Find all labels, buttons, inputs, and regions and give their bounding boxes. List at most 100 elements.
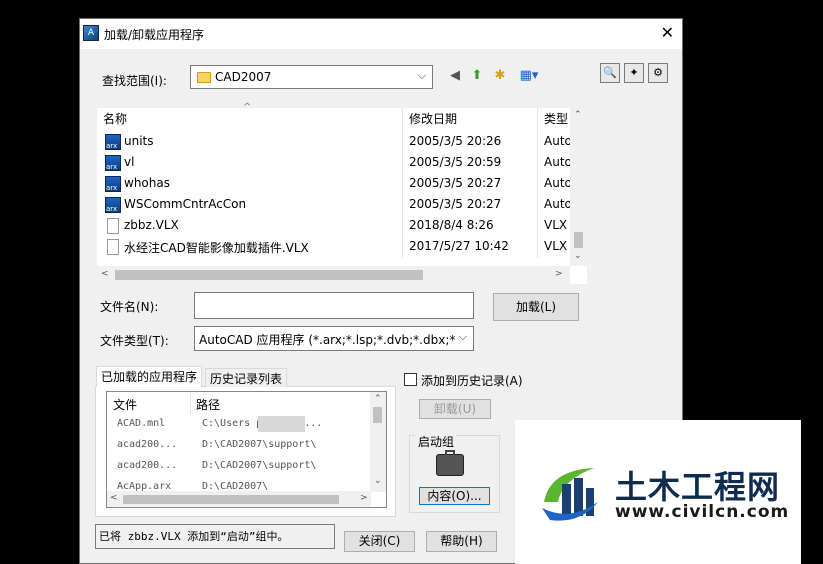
filetype-value: AutoCAD 应用程序 (*.arx;*.lsp;*.dvb;*.dbx;*.… — [199, 333, 455, 347]
horizontal-scrollbar[interactable]: < > — [97, 266, 570, 284]
file-name: whohas — [124, 176, 170, 190]
scroll-thumb[interactable] — [373, 407, 382, 423]
file-row[interactable]: zbbz.VLX 2018/8/4 8:26 VLX — [97, 216, 567, 237]
filetype-combo[interactable]: AutoCAD 应用程序 (*.arx;*.lsp;*.dvb;*.dbx;*.… — [194, 326, 474, 351]
vertical-scrollbar[interactable]: ⌃ ⌄ — [370, 392, 386, 492]
autocad-app-icon: A — [83, 25, 99, 41]
unload-button[interactable]: 卸载(U) — [419, 399, 491, 419]
arx-icon — [105, 197, 121, 213]
file-type: Auto — [544, 176, 572, 190]
title-bar[interactable]: A 加载/卸载应用程序 ✕ — [80, 19, 682, 49]
scroll-down-icon[interactable]: ⌄ — [374, 476, 382, 486]
column-modified[interactable]: 修改日期 — [409, 108, 457, 130]
list-item[interactable]: acad200... D:\CAD2007\support\ — [107, 439, 372, 460]
close-icon[interactable]: ✕ — [661, 23, 674, 42]
list-item[interactable]: acad200... D:\CAD2007\support\ — [107, 460, 372, 481]
column-path[interactable]: 路径 — [196, 396, 220, 413]
filetype-label: 文件类型(T): — [100, 334, 169, 348]
scroll-thumb[interactable] — [115, 270, 423, 280]
list-item[interactable]: ACAD.mnl C:\Users ppData\R... — [107, 418, 372, 439]
scroll-left-icon[interactable]: < — [110, 493, 118, 503]
vertical-scrollbar[interactable]: ⌃ ⌄ — [570, 108, 587, 266]
tab-history[interactable]: 历史记录列表 — [205, 368, 288, 387]
file-list: ^ 名称 修改日期 类型 units 2005/3/5 20:26 Auto v… — [97, 102, 587, 284]
lookin-value: CAD2007 — [215, 70, 272, 84]
column-divider — [190, 392, 191, 414]
file-icon — [107, 218, 119, 234]
startup-group: 启动组 内容(O)... — [409, 433, 500, 513]
status-message: 已将 zbbz.VLX 添加到“启动”组中。 — [95, 524, 335, 549]
close-button[interactable]: 关闭(C) — [344, 531, 415, 552]
lookin-label: 查找范围(I): — [102, 74, 167, 88]
tools-icon[interactable]: ⚙ — [648, 63, 668, 83]
up-folder-icon[interactable]: ⬆ — [467, 66, 487, 86]
window-title: 加载/卸载应用程序 — [104, 28, 205, 42]
list-item[interactable]: AcApp.arx D:\CAD2007\ — [107, 481, 372, 491]
arx-icon — [105, 155, 121, 171]
file-row[interactable]: whohas 2005/3/5 20:27 Auto — [97, 174, 572, 195]
sort-caret-icon: ^ — [243, 102, 252, 113]
startup-label: 启动组 — [416, 433, 457, 450]
file-row[interactable]: 水经注CAD智能影像加载插件.VLX 2017/5/27 10:42 VLX — [97, 237, 567, 258]
loaded-file: acad200... — [117, 460, 178, 471]
arx-icon — [105, 134, 121, 150]
file-name: zbbz.VLX — [124, 218, 179, 232]
scroll-right-icon[interactable]: > — [360, 493, 368, 503]
file-type: VLX — [544, 239, 568, 253]
add-history-checkbox[interactable] — [404, 373, 417, 386]
add-history-label[interactable]: 添加到历史记录(A) — [421, 372, 523, 389]
file-row[interactable]: vl 2005/3/5 20:59 Auto — [97, 153, 572, 174]
chevron-down-icon: ⌵ — [417, 69, 426, 82]
filename-input[interactable] — [194, 292, 474, 319]
loaded-file: AcApp.arx — [117, 481, 172, 491]
scroll-down-icon[interactable]: ⌄ — [574, 251, 582, 261]
scroll-right-icon[interactable]: > — [555, 269, 563, 279]
file-name: vl — [124, 155, 135, 169]
file-date: 2005/3/5 20:26 — [409, 134, 502, 148]
loaded-apps-list: 文件 路径 ACAD.mnl C:\Users ppData\R... acad… — [106, 391, 387, 508]
loaded-file: ACAD.mnl — [117, 418, 166, 429]
back-icon[interactable]: ◀ — [445, 66, 465, 86]
column-type[interactable]: 类型 — [544, 108, 568, 130]
file-icon — [107, 239, 119, 255]
load-button[interactable]: 加载(L) — [493, 293, 579, 321]
lookin-combo[interactable]: CAD2007 ⌵ — [190, 65, 433, 89]
help-button[interactable]: 帮助(H) — [426, 531, 497, 552]
file-type: Auto — [544, 155, 572, 169]
scroll-thumb[interactable] — [123, 495, 339, 504]
site-watermark: 土木工程网 www.civilcn.com — [515, 420, 801, 564]
file-date: 2005/3/5 20:59 — [409, 155, 502, 169]
new-folder-icon[interactable]: ✱ — [490, 66, 510, 86]
scroll-up-icon[interactable]: ⌃ — [374, 394, 382, 404]
redacted-area — [258, 416, 305, 432]
find-icon[interactable]: 🔍 — [600, 63, 620, 83]
folder-icon — [197, 72, 211, 83]
file-type: Auto — [544, 197, 572, 211]
scroll-thumb[interactable] — [574, 232, 583, 248]
watermark-url: www.civilcn.com — [615, 502, 790, 522]
loaded-path: D:\CAD2007\support\ — [202, 460, 317, 471]
scroll-left-icon[interactable]: < — [101, 269, 109, 279]
file-date: 2018/8/4 8:26 — [409, 218, 494, 232]
arx-icon — [105, 176, 121, 192]
horizontal-scrollbar[interactable]: < > — [107, 491, 371, 507]
file-name: 水经注CAD智能影像加载插件.VLX — [124, 241, 309, 255]
tab-loaded-apps[interactable]: 已加载的应用程序 — [96, 366, 203, 387]
loaded-path: D:\CAD2007\support\ — [202, 439, 317, 450]
filename-label: 文件名(N): — [100, 300, 159, 314]
scroll-up-icon[interactable]: ⌃ — [574, 110, 582, 120]
file-date: 2005/3/5 20:27 — [409, 176, 502, 190]
file-type: Auto — [544, 134, 572, 148]
column-name[interactable]: 名称 — [103, 108, 127, 130]
locate-icon[interactable]: ✦ — [624, 63, 644, 83]
briefcase-icon — [436, 450, 464, 476]
file-row[interactable]: units 2005/3/5 20:26 Auto — [97, 132, 572, 153]
civilcn-logo-icon — [542, 468, 598, 521]
column-file[interactable]: 文件 — [113, 396, 137, 413]
contents-button[interactable]: 内容(O)... — [419, 487, 490, 505]
chevron-down-icon: ⌵ — [458, 330, 467, 343]
file-row[interactable]: WSCommCntrAcCon 2005/3/5 20:27 Auto — [97, 195, 572, 216]
file-type: VLX — [544, 218, 568, 232]
views-menu-icon[interactable]: ▦▾ — [514, 66, 544, 86]
file-date: 2005/3/5 20:27 — [409, 197, 502, 211]
